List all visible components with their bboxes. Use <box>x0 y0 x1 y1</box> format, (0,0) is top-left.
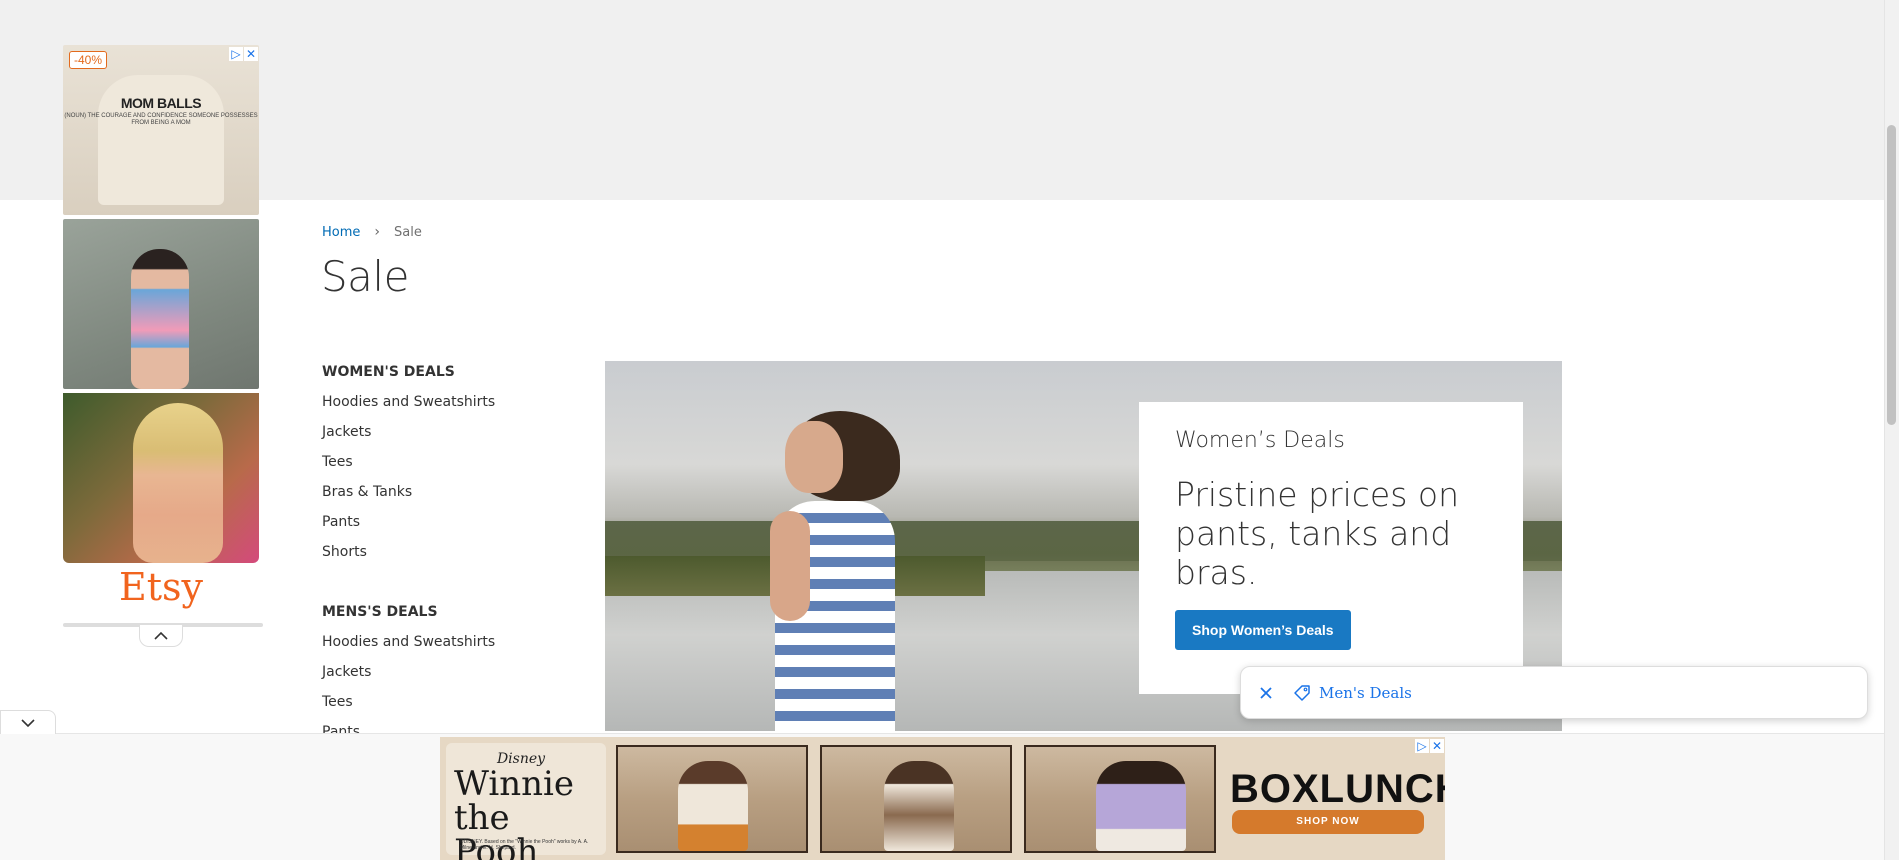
breadcrumb-current: Sale <box>394 224 422 240</box>
tag-icon <box>1291 682 1313 704</box>
chevron-down-icon <box>21 718 35 727</box>
chip-label[interactable]: Men's Deals <box>1319 684 1412 702</box>
etsy-logo[interactable]: Etsy <box>63 565 259 609</box>
banner-photo <box>1024 745 1216 853</box>
model-figure <box>131 249 189 389</box>
nav-item-mens-hoodies[interactable]: Hoodies and Sweatshirts <box>322 630 562 660</box>
page-scrollbar[interactable] <box>1884 0 1899 860</box>
scrollbar-thumb[interactable] <box>1887 125 1896 425</box>
adchoices-icon[interactable]: ▷ <box>1415 739 1429 753</box>
shop-womens-deals-button[interactable]: Shop Women’s Deals <box>1175 610 1351 650</box>
winnie-the-pooh-logo: Disney Winnie the Pooh ©DISNEY. Based on… <box>446 743 606 860</box>
bottom-banner-ad[interactable]: Disney Winnie the Pooh ©DISNEY. Based on… <box>440 737 1445 860</box>
banner-fineprint: ©DISNEY. Based on the "Winnie the Pooh" … <box>460 839 589 851</box>
sweatshirt-text: MOM BALLS <box>120 95 202 111</box>
nav-item-womens-jackets[interactable]: Jackets <box>322 420 562 450</box>
promo-card: Women’s Deals Pristine prices on pants, … <box>1139 402 1523 694</box>
model-figure <box>133 403 223 563</box>
breadcrumb-separator-icon: › <box>374 224 380 240</box>
header-band <box>0 0 1884 200</box>
nav-item-womens-bras-tanks[interactable]: Bras & Tanks <box>322 480 562 510</box>
nav-heading-mens-deals[interactable]: MENS'S DEALS <box>322 600 562 630</box>
runner-arm <box>770 511 810 621</box>
breadcrumb: Home › Sale <box>322 224 422 240</box>
close-icon[interactable]: ✕ <box>244 47 258 61</box>
sweatshirt-subtext: (NOUN) THE COURAGE AND CONFIDENCE SOMEON… <box>64 113 258 126</box>
discount-badge: -40% <box>69 51 108 69</box>
close-icon[interactable] <box>1255 682 1277 704</box>
floating-suggestion-chip[interactable]: Men's Deals <box>1240 666 1868 719</box>
nav-item-womens-hoodies[interactable]: Hoodies and Sweatshirts <box>322 390 562 420</box>
promo-title: Pristine prices on pants, tanks and bras… <box>1175 475 1459 592</box>
page-title: Sale <box>321 252 409 301</box>
nav-heading-womens-deals[interactable]: WOMEN'S DEALS <box>322 360 562 390</box>
ad-product-image-sweatshirt[interactable]: MOM BALLS (NOUN) THE COURAGE AND CONFIDE… <box>63 45 259 215</box>
banner-photo <box>616 745 808 853</box>
promo-kicker: Women’s Deals <box>1175 428 1345 453</box>
ad-collapse-button[interactable] <box>139 625 183 647</box>
ad-product-image-swimwear[interactable] <box>63 219 259 389</box>
nav-item-mens-jackets[interactable]: Jackets <box>322 660 562 690</box>
banner-photo <box>820 745 1012 853</box>
ad-product-image-swimsuit[interactable] <box>63 393 259 563</box>
chevron-up-icon <box>154 631 168 640</box>
nav-item-womens-shorts[interactable]: Shorts <box>322 540 562 570</box>
shop-now-button[interactable]: SHOP NOW <box>1232 810 1424 834</box>
breadcrumb-home-link[interactable]: Home <box>322 225 360 240</box>
boxlunch-logo: BOXLUNCH <box>1230 767 1445 811</box>
left-advertisement[interactable]: MOM BALLS (NOUN) THE COURAGE AND CONFIDE… <box>63 45 263 647</box>
nav-item-womens-pants[interactable]: Pants <box>322 510 562 540</box>
model-figure <box>678 761 748 851</box>
model-figure <box>884 761 954 851</box>
close-icon[interactable]: ✕ <box>1430 739 1444 753</box>
nav-item-womens-tees[interactable]: Tees <box>322 450 562 480</box>
page: MOM BALLS (NOUN) THE COURAGE AND CONFIDE… <box>0 0 1899 860</box>
bottom-ad-collapse-button[interactable] <box>0 710 56 734</box>
model-figure <box>1096 761 1186 851</box>
deals-navigation: WOMEN'S DEALS Hoodies and Sweatshirts Ja… <box>322 360 562 750</box>
runner-head <box>785 421 843 493</box>
nav-item-mens-tees[interactable]: Tees <box>322 690 562 720</box>
adchoices-icon[interactable]: ▷ <box>229 47 243 61</box>
